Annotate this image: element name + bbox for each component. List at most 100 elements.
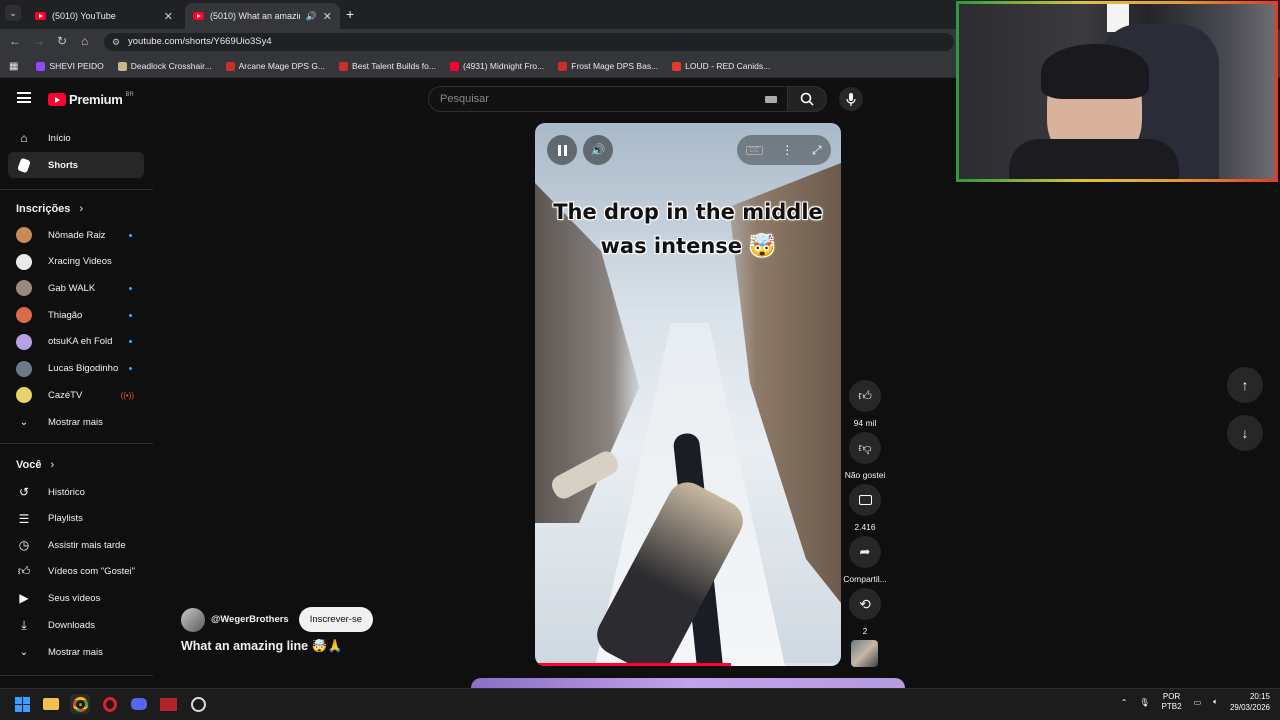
sidebar-item-download[interactable]: ⤓ Downloads xyxy=(8,612,144,638)
more-options-icon[interactable]: ⋮ xyxy=(781,143,793,157)
dislike-button[interactable]: 👎︎ xyxy=(849,432,881,464)
network-icon[interactable]: ▭ xyxy=(1194,698,1202,707)
youtube-logo[interactable]: Premium BR xyxy=(48,92,134,107)
subscription-item[interactable]: Lucas Bigodinho xyxy=(8,356,144,382)
remix-button[interactable]: ⟲ xyxy=(849,588,881,620)
remix-action[interactable]: ⟲ 2 xyxy=(846,588,884,636)
channel-avatar[interactable] xyxy=(181,607,205,632)
like-action[interactable]: 👍︎ 94 mil xyxy=(846,380,884,428)
subscription-item[interactable]: Thiagão xyxy=(8,302,144,328)
bookmark-item[interactable]: Arcane Mage DPS G... xyxy=(225,61,325,71)
short-title[interactable]: What an amazing line 🤯🙏 xyxy=(181,639,343,654)
arrow-up-icon: ↑ xyxy=(1241,377,1249,393)
address-bar[interactable]: ⚙ youtube.com/shorts/Y669Uio3Sy4 xyxy=(104,33,954,51)
voice-search-button[interactable] xyxy=(839,87,863,111)
dislike-action[interactable]: 👎︎ Não gostei xyxy=(845,432,885,480)
pause-button[interactable] xyxy=(547,135,577,165)
short-video-player[interactable]: The drop in the middle was intense 🤯 🔊 C… xyxy=(535,123,841,666)
streaming-app-icon[interactable] xyxy=(158,694,178,714)
language-indicator[interactable]: POR PTB2 xyxy=(1162,692,1182,712)
bookmark-favicon-icon xyxy=(225,61,235,71)
share-button[interactable]: ➦ xyxy=(849,536,881,568)
video-progress-bar[interactable] xyxy=(535,663,841,666)
system-tray: ⌃ 🎙︎ POR PTB2 ▭ 🔈︎ 20:15 29/03/2026 xyxy=(1121,691,1270,713)
subscription-item[interactable]: Xracing Videos xyxy=(8,249,144,275)
your-videos-icon: ▶ xyxy=(19,591,29,606)
speaker-icon[interactable]: 🔊 xyxy=(306,11,317,22)
subscribe-button[interactable]: Inscrever-se xyxy=(298,607,373,632)
microphone-icon[interactable]: 🎙︎ xyxy=(1139,698,1149,707)
captions-icon[interactable]: CC xyxy=(746,145,763,155)
share-action[interactable]: ➦ Compartil... xyxy=(843,536,887,584)
channel-name[interactable]: @WegerBrothers xyxy=(211,614,289,625)
apps-grid-icon[interactable]: ▦ xyxy=(9,61,18,72)
bookmark-favicon-icon xyxy=(672,61,682,71)
bookmark-item[interactable]: Frost Mage DPS Bas... xyxy=(558,61,658,71)
search-button[interactable] xyxy=(787,86,827,112)
sidebar-item-home[interactable]: ⌂ Início xyxy=(8,125,144,151)
subscription-label: CazéTV xyxy=(48,389,83,401)
tab-youtube-home[interactable]: (5010) YouTube ✕ xyxy=(27,3,181,29)
video-caption-line: was intense 🤯 xyxy=(600,234,776,258)
sidebar-item-shorts[interactable]: Shorts xyxy=(8,152,144,178)
you-show-more[interactable]: ⌄ Mostrar mais xyxy=(8,639,144,665)
bookmark-item[interactable]: Deadlock Crosshair... xyxy=(117,61,212,71)
search-input[interactable]: Pesquisar xyxy=(428,86,788,112)
keyboard-icon[interactable] xyxy=(765,96,777,103)
bookmark-item[interactable]: Best Talent Builds fo... xyxy=(339,61,436,71)
volume-button[interactable]: 🔊 xyxy=(583,135,613,165)
search-placeholder: Pesquisar xyxy=(440,93,489,105)
site-info-icon[interactable]: ⚙ xyxy=(112,33,120,51)
new-content-dot xyxy=(129,286,132,290)
file-explorer-icon[interactable] xyxy=(41,694,61,714)
sidebar-item-thumbs-up[interactable]: 👍︎ Vídeos com "Gostei" xyxy=(8,559,144,585)
new-tab-button[interactable]: + xyxy=(346,6,354,22)
sound-thumbnail[interactable] xyxy=(851,640,878,667)
fullscreen-icon[interactable]: ⤢ xyxy=(812,143,822,158)
tray-chevron-icon[interactable]: ⌃ xyxy=(1121,698,1128,707)
previous-short-button[interactable]: ↑ xyxy=(1227,367,1263,403)
subscription-item[interactable]: Nômade Raiz xyxy=(8,222,144,248)
clock[interactable]: 20:15 29/03/2026 xyxy=(1230,691,1270,713)
sidebar-item-history[interactable]: ↺ Histórico xyxy=(8,479,144,505)
sidebar-item-playlists[interactable]: ☰ Playlists xyxy=(8,506,144,532)
reload-icon[interactable]: ↻ xyxy=(57,34,67,48)
subscription-item[interactable]: CazéTV ((•)) xyxy=(8,382,144,408)
url-text: youtube.com/shorts/Y669Uio3Sy4 xyxy=(128,36,272,47)
sidebar-divider xyxy=(0,189,153,190)
windows-start-icon[interactable] xyxy=(12,694,32,714)
bookmark-favicon-icon xyxy=(117,61,127,71)
hamburger-menu-icon[interactable] xyxy=(17,92,31,103)
bookmark-item[interactable]: (4931) Midnight Fro... xyxy=(449,61,544,71)
bookmark-item[interactable]: SHEVI PEIDO xyxy=(36,61,104,71)
subscriptions-show-more[interactable]: ⌄ Mostrar mais xyxy=(8,409,144,435)
sidebar-item-watch-later[interactable]: ◷ Assistir mais tarde xyxy=(8,532,144,558)
you-heading[interactable]: Você › xyxy=(16,459,54,471)
channel-row: @WegerBrothers Inscrever-se xyxy=(181,607,373,632)
next-short-button[interactable]: ↓ xyxy=(1227,415,1263,451)
forward-icon[interactable]: → xyxy=(33,34,45,48)
subscription-item[interactable]: otsuKA eh Fold xyxy=(8,329,144,355)
chrome-icon[interactable] xyxy=(70,694,90,714)
subscriptions-heading[interactable]: Inscrições › xyxy=(16,203,83,215)
home-icon[interactable]: ⌂ xyxy=(81,34,88,48)
webcam-cap xyxy=(1041,44,1149,99)
bookmark-item[interactable]: LOUD - RED Canids... xyxy=(672,61,770,71)
comments-action[interactable]: 2.416 xyxy=(846,484,884,532)
live-icon: ((•)) xyxy=(120,390,134,400)
sidebar-item-label: Playlists xyxy=(48,513,83,525)
comments-button[interactable] xyxy=(849,484,881,516)
tab-youtube-short[interactable]: (5010) What an amazing lin 🔊 ✕ xyxy=(185,3,340,29)
volume-icon[interactable]: 🔈︎ xyxy=(1213,697,1218,707)
sidebar-item-your-videos[interactable]: ▶ Seus vídeos xyxy=(8,585,144,611)
like-button[interactable]: 👍︎ xyxy=(849,380,881,412)
subscription-item[interactable]: Gab WALK xyxy=(8,275,144,301)
close-tab-icon[interactable]: ✕ xyxy=(164,10,173,23)
subscription-label: otsuKA eh Fold xyxy=(48,336,113,348)
tab-search-button[interactable]: ⌄ xyxy=(5,5,21,21)
close-tab-icon[interactable]: ✕ xyxy=(323,10,332,23)
discord-icon[interactable] xyxy=(129,694,149,714)
back-icon[interactable]: ← xyxy=(9,34,21,48)
obs-icon[interactable] xyxy=(188,694,208,714)
opera-icon[interactable] xyxy=(100,694,120,714)
